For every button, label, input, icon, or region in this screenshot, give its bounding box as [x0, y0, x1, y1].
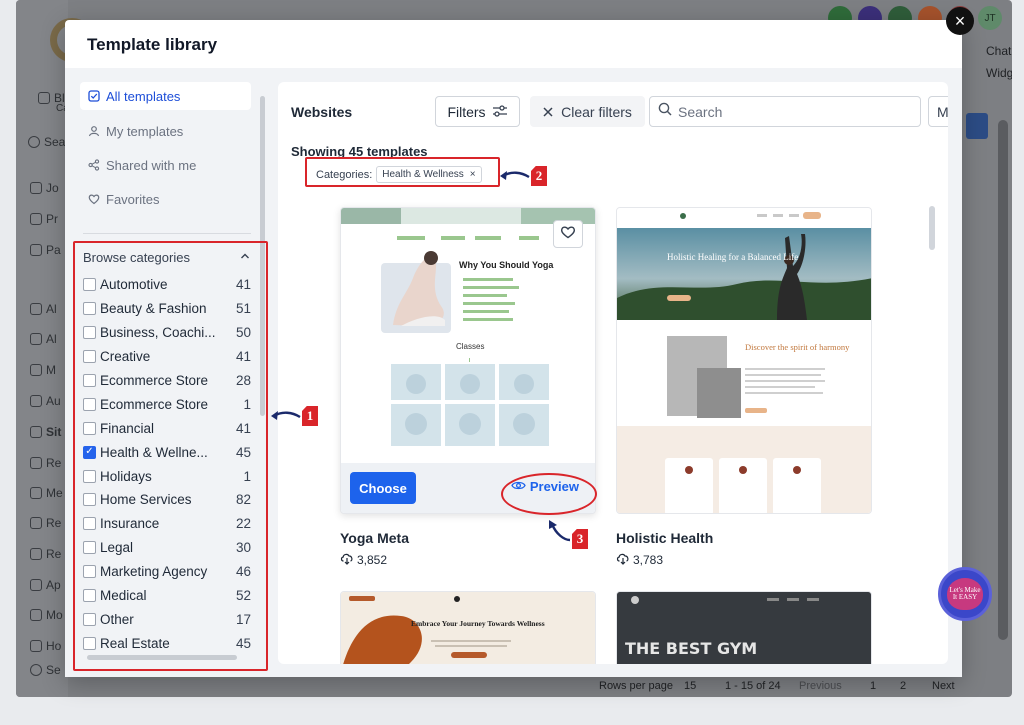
bg-label-widget: Widg [986, 66, 1012, 80]
template-card-wellness-journey[interactable]: Embrace Your Journey Towards Wellness [340, 591, 596, 664]
thumb-headline: Embrace Your Journey Towards Wellness [411, 619, 545, 628]
thumb-section: Classes [456, 342, 484, 351]
nav-favorites[interactable]: Favorites [80, 185, 251, 213]
template-name: Holistic Health [616, 530, 714, 546]
nav-shared-with-me[interactable]: Shared with me [80, 151, 251, 179]
download-count: 3,783 [633, 553, 664, 567]
page-range: 1 - 15 of 24 [725, 680, 781, 692]
annotation-1: 1 [270, 406, 318, 426]
download-count: 3,852 [357, 553, 388, 567]
template-thumbnail: Embrace Your Journey Towards Wellness [341, 592, 595, 664]
favorite-button[interactable] [553, 220, 583, 248]
search-icon [658, 102, 672, 121]
bg-scrollbar [998, 120, 1008, 640]
template-thumbnail: Holistic Healing for a Balanced Life Dis… [617, 208, 871, 513]
template-library-modal: Template library All templates My templa… [65, 20, 962, 677]
nav-label: Shared with me [106, 157, 197, 173]
annotation-2: 2 [499, 166, 547, 186]
arrow-up-left-icon [549, 520, 571, 542]
annotation-3: 3 [546, 513, 588, 549]
user-icon [88, 125, 100, 137]
library-sidebar: All templates My templates Shared with m… [65, 68, 270, 677]
template-downloads: 3,783 [616, 552, 663, 568]
background-sidebar: Bl Ca Sea Jo Pr Pa Al Al M Au Sit Re Me … [16, 0, 94, 697]
more-button[interactable]: M [928, 96, 948, 127]
annotation-badge-2: 2 [531, 166, 547, 186]
next-page: Next [932, 680, 955, 692]
nav-label: All templates [106, 88, 181, 104]
heart-icon [88, 193, 100, 205]
page-1: 1 [870, 680, 877, 692]
template-name: Yoga Meta [340, 530, 409, 546]
page-2: 2 [900, 680, 907, 692]
panel-title: Websites [291, 104, 353, 120]
filters-label: Filters [447, 103, 486, 120]
bg-button [966, 113, 988, 139]
search-field[interactable] [649, 96, 921, 127]
nav-label: My templates [106, 123, 184, 139]
annotation-highlight-1 [73, 241, 268, 671]
template-thumbnail: THE BEST GYM [617, 592, 871, 664]
clear-filters-label: Clear filters [561, 103, 632, 120]
previous-page: Previous [799, 680, 842, 692]
thumb-headline: THE BEST GYM [625, 639, 757, 658]
thumb-hero: Holistic Healing for a Balanced Life [667, 252, 798, 262]
arrow-left-icon [500, 171, 530, 180]
share-icon [88, 159, 100, 171]
bg-label-chat: Chat [986, 44, 1012, 58]
close-icon [543, 104, 553, 120]
templates-scrollbar[interactable] [929, 206, 935, 250]
sliders-icon [492, 104, 508, 120]
template-card-best-gym[interactable]: THE BEST GYM [616, 591, 872, 664]
rows-per-page-label: Rows per page [599, 680, 673, 692]
nav-label: Favorites [106, 191, 160, 207]
annotation-badge-3: 3 [572, 529, 588, 549]
download-icon [340, 552, 354, 568]
user-avatar: JT [978, 6, 1002, 30]
bg-pagination: Rows per page 15 1 - 15 of 24 Previous 1… [16, 680, 1012, 697]
modal-body: All templates My templates Shared with m… [65, 68, 962, 677]
nav-my-templates[interactable]: My templates [80, 117, 251, 145]
filters-button[interactable]: Filters [435, 96, 520, 127]
badge-text: Let's Make It EASY [947, 578, 983, 610]
bg-sidebar-search: Sea [28, 134, 70, 150]
arrow-left-icon [271, 411, 301, 420]
clear-filters-button[interactable]: Clear filters [530, 96, 645, 127]
close-modal-button[interactable]: × [946, 7, 974, 35]
nav-all-templates[interactable]: All templates [80, 82, 251, 110]
annotation-highlight-3 [501, 473, 597, 515]
annotation-badge-1: 1 [302, 406, 318, 426]
heart-icon [560, 225, 576, 244]
search-input[interactable] [678, 103, 908, 120]
template-downloads: 3,852 [340, 552, 387, 568]
download-icon [616, 552, 630, 568]
template-card-holistic-health[interactable]: Holistic Healing for a Balanced Life Dis… [616, 207, 872, 514]
checkbox-icon [88, 90, 100, 102]
modal-title: Template library [87, 35, 218, 54]
divider [83, 233, 251, 234]
choose-button[interactable]: Choose [350, 472, 416, 504]
annotation-highlight-2 [305, 157, 500, 187]
templates-panel: Websites Filters Clear filters M [278, 82, 948, 664]
thumb-heading: Why You Should Yoga [459, 260, 554, 270]
lets-make-it-easy-badge: Let's Make It EASY [938, 567, 992, 621]
template-card-yoga-meta[interactable]: Why You Should Yoga Classes Choose Previ… [340, 207, 596, 514]
rows-per-page-value: 15 [684, 680, 697, 692]
thumb-headline: Discover the spirit of harmony [745, 342, 850, 352]
